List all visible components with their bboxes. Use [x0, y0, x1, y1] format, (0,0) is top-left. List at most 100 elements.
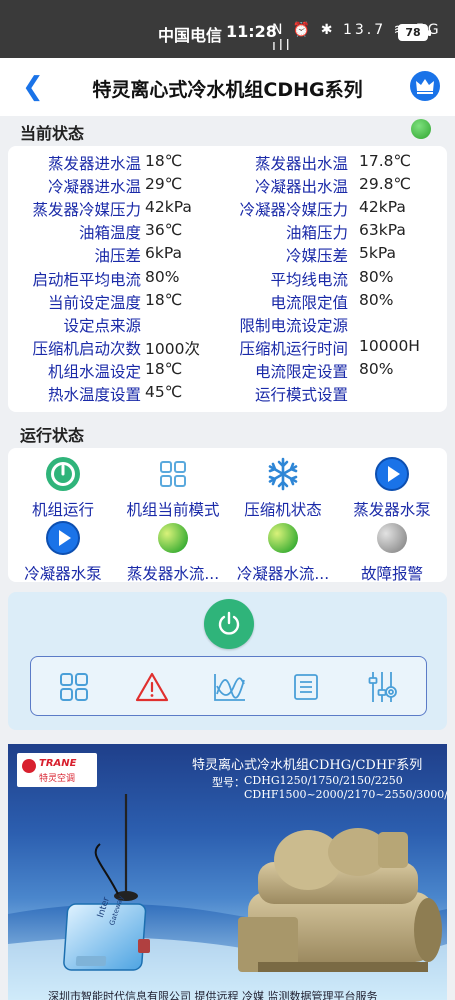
- op-label: 机组运行: [31, 501, 94, 519]
- param-label: 电流限定值: [270, 293, 348, 312]
- grid-icon[interactable]: [57, 670, 91, 704]
- param-label: 设定点来源: [63, 316, 141, 335]
- param-value: 80%: [145, 267, 180, 286]
- op-fault-alarm[interactable]: 故障报警: [337, 520, 447, 584]
- clock: 11:28: [226, 22, 277, 41]
- param-value: 18℃: [145, 359, 183, 378]
- power-on-icon: [45, 456, 81, 492]
- param-label: 运行模式设置: [254, 386, 348, 404]
- run-status-heading: 运行状态: [20, 426, 85, 445]
- param-label: 压缩机启动次数: [32, 339, 141, 358]
- param-label: 电流限定设置: [254, 362, 348, 381]
- op-condenser-pump[interactable]: 冷凝器水泵: [8, 520, 118, 584]
- param-row: 油压差 6kPa 冷媒压差 5kPa: [8, 244, 447, 267]
- param-row: 蒸发器进水温 18℃ 蒸发器出水温 17.8℃: [8, 152, 447, 175]
- banner-model-label: 型号：: [212, 776, 245, 789]
- param-value: 18℃: [145, 152, 183, 170]
- status-bar: 中国电信 11:28 N ⏰ ✱ 13.7 ≋ 5G ıll 78: [0, 0, 455, 58]
- param-value: 80%: [359, 359, 394, 378]
- param-label: 冷凝器冷媒压力: [239, 201, 348, 220]
- chart-icon[interactable]: [213, 670, 247, 704]
- crown-icon[interactable]: [410, 71, 440, 101]
- param-label: 平均线电流: [270, 270, 348, 289]
- carrier-label: 中国电信: [158, 26, 223, 45]
- param-label: 当前设定温度: [47, 293, 141, 312]
- logo-text: TRANE: [39, 758, 77, 769]
- param-value: 80%: [359, 267, 394, 286]
- warning-icon[interactable]: [135, 670, 169, 704]
- logo-subtext: 特灵空调: [39, 774, 76, 784]
- trane-logo: TRANE 特灵空调: [17, 753, 97, 787]
- param-row: 蒸发器冷媒压力 42kPa 冷凝器冷媒压力 42kPa: [8, 198, 447, 221]
- param-label: 蒸发器冷媒压力: [32, 201, 141, 220]
- param-label: 限制电流设定源: [239, 316, 348, 335]
- op-label: 压缩机状态: [244, 501, 322, 519]
- param-label: 油箱压力: [285, 224, 348, 243]
- param-value: 17.8℃: [359, 152, 411, 170]
- param-row: 设定点来源 限制电流设定源: [8, 314, 447, 337]
- param-label: 冷媒压差: [285, 247, 348, 266]
- op-label: 蒸发器水泵: [353, 501, 431, 519]
- control-panel: [8, 592, 447, 730]
- play-icon: [374, 456, 410, 492]
- current-status-heading: 当前状态: [20, 124, 85, 143]
- param-row: 机组水温设定 18℃ 电流限定设置 80%: [8, 360, 447, 383]
- op-label: 冷凝器水流...: [236, 565, 330, 583]
- play-icon: [45, 520, 81, 556]
- banner-spec-line-1: CDHG1250/1750/2150/2250: [244, 774, 403, 787]
- banner-footer: 深圳市智能时代信息有限公司 提供远程 冷媒 监测数据管理平台服务: [48, 990, 378, 1000]
- banner-title: 特灵离心式冷水机组CDHG/CDHF系列: [192, 758, 423, 773]
- param-label: 蒸发器进水温: [47, 155, 141, 173]
- param-row: 热水温度设置 45℃ 运行模式设置: [8, 383, 447, 406]
- param-value: 6kPa: [145, 244, 182, 263]
- param-value: 29.8℃: [359, 175, 411, 194]
- param-value: 80%: [359, 290, 394, 309]
- param-row: 油箱温度 36℃ 油箱压力 63kPa: [8, 221, 447, 244]
- param-label: 机组水温设定: [47, 362, 141, 381]
- online-status-indicator: [411, 119, 431, 139]
- op-label: 故障报警: [360, 565, 423, 583]
- op-label: 冷凝器水泵: [24, 565, 102, 583]
- trane-logo-mark: [22, 759, 36, 773]
- app-header: ❮ 特灵离心式冷水机组CDHG系列: [0, 58, 455, 116]
- param-value: 63kPa: [359, 221, 406, 240]
- param-label: 蒸发器出水温: [254, 155, 348, 173]
- op-label: 机组当前模式: [126, 501, 220, 519]
- param-value: 42kPa: [145, 198, 192, 217]
- op-label: 蒸发器水流...: [126, 565, 220, 583]
- param-row: 压缩机启动次数 1000次 压缩机运行时间 10000H: [8, 337, 447, 360]
- op-unit-run[interactable]: 机组运行: [8, 456, 118, 520]
- param-value: 5kPa: [359, 244, 396, 263]
- param-value: 1000次: [145, 339, 200, 358]
- param-row: 当前设定温度 18℃ 电流限定值 80%: [8, 291, 447, 314]
- product-banner[interactable]: TRANE 特灵空调 特灵离心式冷水机组CDHG/CDHF系列 型号： CDHG…: [8, 744, 447, 1000]
- param-label: 冷凝器出水温: [254, 178, 348, 197]
- param-value: 10000H: [359, 336, 420, 355]
- grid-icon: [155, 456, 191, 492]
- op-compressor[interactable]: 压缩机状态: [228, 456, 338, 520]
- page-title: 特灵离心式冷水机组CDHG系列: [92, 79, 363, 101]
- param-value: 45℃: [145, 383, 183, 401]
- param-label: 油箱温度: [78, 224, 141, 243]
- param-label: 冷凝器进水温: [47, 178, 141, 197]
- param-value: 29℃: [145, 175, 183, 194]
- parameter-card: 蒸发器进水温 18℃ 蒸发器出水温 17.8℃ 冷凝器进水温 29℃ 冷凝器出水温 29.8℃…: [8, 146, 447, 412]
- param-label: 油压差: [94, 247, 141, 266]
- power-button[interactable]: [204, 599, 254, 649]
- green-dot-icon: [155, 520, 191, 556]
- param-label: 启动柜平均电流: [32, 270, 141, 289]
- param-label: 热水温度设置: [47, 386, 141, 404]
- battery-icon: 78: [398, 24, 431, 41]
- op-evaporator-flow[interactable]: 蒸发器水流...: [118, 520, 228, 584]
- param-row: 冷凝器进水温 29℃ 冷凝器出水温 29.8℃: [8, 175, 447, 198]
- param-value: 18℃: [145, 290, 183, 309]
- op-condenser-flow[interactable]: 冷凝器水流...: [228, 520, 338, 584]
- param-row: 启动柜平均电流 80% 平均线电流 80%: [8, 268, 447, 291]
- op-evaporator-pump[interactable]: 蒸发器水泵: [337, 456, 447, 520]
- op-current-mode[interactable]: 机组当前模式: [118, 456, 228, 520]
- sliders-icon[interactable]: [365, 670, 399, 704]
- gray-dot-icon: [374, 520, 410, 556]
- green-dot-icon: [265, 520, 301, 556]
- list-icon[interactable]: [289, 670, 323, 704]
- run-status-card: 机组运行 机组当前模式 压缩机状态 蒸发器水泵 冷凝器水泵 蒸发器水流... 冷…: [8, 448, 447, 584]
